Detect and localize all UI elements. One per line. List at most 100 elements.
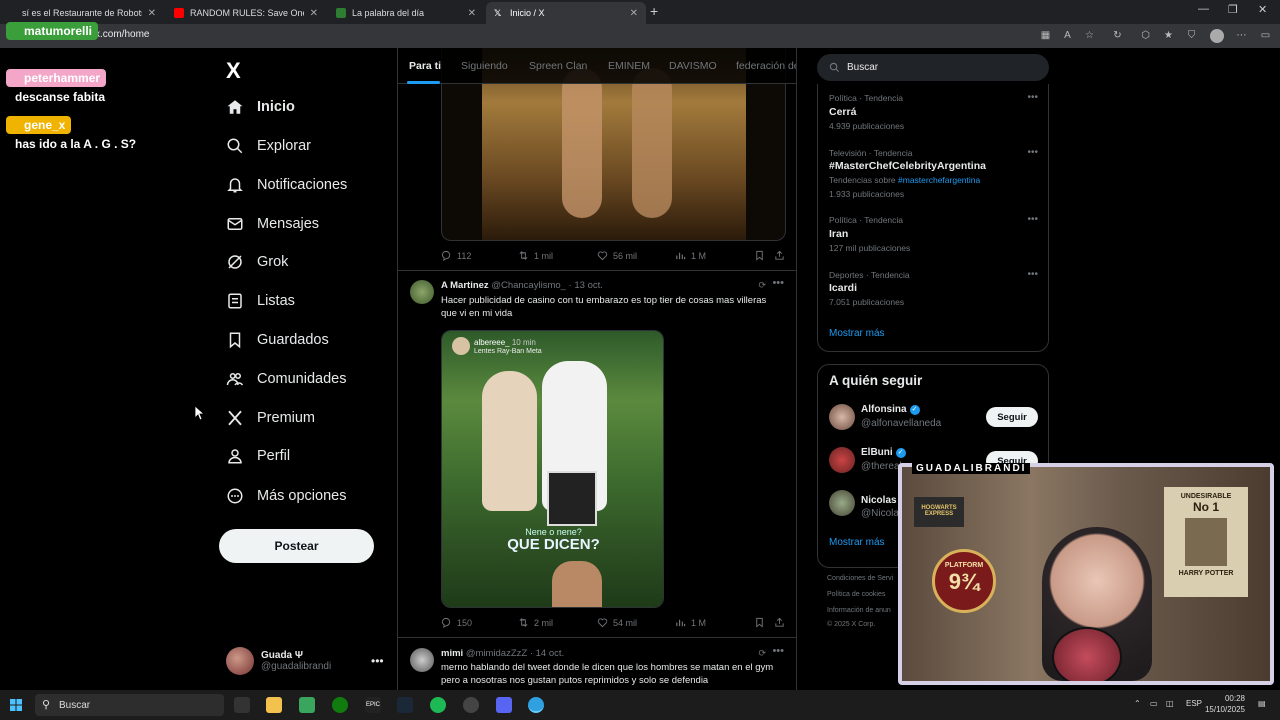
trend-title[interactable]: Cerrá [829,106,856,118]
close-icon[interactable]: ✕ [310,8,318,19]
views-button[interactable]: 1 M [675,617,706,628]
more-dots-icon[interactable]: ••• [1027,92,1038,103]
apps-icon[interactable]: ▦ [1040,30,1051,41]
x-logo-icon[interactable]: X [226,58,241,84]
avatar[interactable] [829,490,855,516]
favorite-star-icon[interactable]: ☆ [1084,30,1095,41]
tab-siguiendo[interactable]: Siguiendo [461,60,508,72]
post-media[interactable]: albereee_ 10 min Lentes Ray-Ban Meta Nen… [441,330,664,608]
trend-related-link[interactable]: #masterchefargentina [898,175,980,185]
steam-icon[interactable] [397,697,413,713]
reply-button[interactable]: 150 [441,617,472,628]
bookmark-button[interactable] [754,617,770,628]
footer-link[interactable]: Política de cookies [827,591,885,598]
grok-icon[interactable]: ⟳ [758,648,766,659]
author-name[interactable]: mimi [441,648,463,659]
menu-dots-icon[interactable]: ⋯ [1236,30,1247,41]
repost-button[interactable]: 1 mil [518,250,553,261]
footer-link[interactable]: Información de anun [827,607,891,614]
more-dots-icon[interactable]: ••• [772,645,784,657]
browser-tab[interactable]: RANDOM RULES: Save One Song ✕ [166,2,326,24]
follow-name[interactable]: Alfonsina ✓ [861,404,920,415]
more-dots-icon[interactable]: ••• [1027,269,1038,280]
favorites-icon[interactable]: ★ [1163,30,1174,41]
like-button[interactable]: 54 mil [597,617,637,628]
network-icon[interactable]: ◫ [1166,699,1174,708]
taskbar-search[interactable]: ⚲ Buscar [35,694,224,716]
post-button[interactable]: Postear [219,529,374,563]
url-field[interactable]: x.com/home [95,29,149,40]
follow-name[interactable]: ElBuni ✓ [861,447,906,458]
author-handle[interactable]: @mimidazZzZ [466,648,527,659]
tab-davismo[interactable]: DAVISMO [669,60,717,72]
task-view-icon[interactable] [234,697,250,713]
trend-title[interactable]: Icardi [829,282,857,294]
extensions-icon[interactable]: ⬡ [1140,30,1151,41]
nav-item-explorar[interactable]: Explorar [226,132,311,160]
taskbar-clock[interactable]: 00:28 15/10/2025 [1195,693,1245,715]
nav-item-grok[interactable]: Grok [226,248,288,276]
windows-start-icon[interactable] [10,699,22,711]
more-dots-icon[interactable]: ••• [772,277,784,289]
file-explorer-icon[interactable] [266,697,282,713]
obs-icon[interactable] [463,697,479,713]
new-tab-button[interactable]: + [650,3,658,19]
share-button[interactable] [774,617,790,628]
browser-tab[interactable]: La palabra del día ✕ [328,2,484,24]
close-icon[interactable]: ✕ [630,8,638,19]
like-button[interactable]: 56 mil [597,250,637,261]
more-dots-icon[interactable]: ••• [371,654,384,668]
views-button[interactable]: 1 M [675,250,706,261]
nav-item-mas-opciones[interactable]: Más opciones [226,482,346,510]
nav-item-inicio[interactable]: Inicio [226,93,295,121]
spotify-icon[interactable] [430,697,446,713]
tab-federacion[interactable]: federación de [736,60,796,72]
search-input[interactable]: Buscar [817,54,1049,81]
refresh-icon[interactable]: ↻ [1112,30,1123,41]
share-button[interactable] [774,250,790,261]
avatar[interactable] [829,447,855,473]
author-handle[interactable]: @Chancaylismo_ [491,280,566,291]
tab-spreen-clan[interactable]: Spreen Clan [529,60,587,72]
avatar[interactable] [410,280,434,304]
minimize-icon[interactable]: — [1198,3,1209,15]
reply-button[interactable]: 112 [441,250,471,261]
more-dots-icon[interactable]: ••• [1027,214,1038,225]
avatar[interactable] [1210,29,1224,43]
chevron-up-icon[interactable]: ⌃ [1134,699,1141,708]
discord-icon[interactable] [496,697,512,713]
close-icon[interactable]: ✕ [148,8,156,19]
trend-title[interactable]: #MasterChefCelebrityArgentina [829,160,986,172]
follow-button[interactable]: Seguir [986,407,1038,427]
nav-item-guardados[interactable]: Guardados [226,326,329,354]
nav-item-comunidades[interactable]: Comunidades [226,365,346,393]
nav-item-notificaciones[interactable]: Notificaciones [226,171,347,199]
grok-icon[interactable]: ⟳ [758,280,766,291]
app-icon[interactable] [299,697,315,713]
avatar[interactable] [829,404,855,430]
close-icon[interactable]: ✕ [468,8,476,19]
post-date[interactable]: · 13 oct. [569,280,603,291]
avatar[interactable] [410,648,434,672]
more-dots-icon[interactable]: ••• [1027,147,1038,158]
show-more-link[interactable]: Mostrar más [829,328,885,339]
browser-tab-active[interactable]: 𝕏 Inicio / X ✕ [486,2,646,24]
tab-eminem[interactable]: EMINEM [608,60,650,72]
nav-item-perfil[interactable]: Perfil [226,442,290,470]
bookmark-button[interactable] [754,250,770,261]
account-switcher[interactable]: Guada Ψ @guadalibrandi [226,645,331,677]
maximize-icon[interactable]: ❐ [1228,3,1238,16]
nav-item-listas[interactable]: Listas [226,287,295,315]
repost-button[interactable]: 2 mil [518,617,553,628]
epic-games-icon[interactable]: EPIC [365,697,381,713]
show-more-link[interactable]: Mostrar más [829,537,885,548]
nav-item-mensajes[interactable]: Mensajes [226,210,319,238]
edge-browser-icon[interactable] [528,697,544,713]
read-aloud-icon[interactable]: A [1062,30,1073,41]
author-name[interactable]: A Martinez [441,280,489,291]
post-date[interactable]: · 14 oct. [530,648,564,659]
nav-item-premium[interactable]: Premium [226,404,315,432]
sidebar-toggle-icon[interactable]: ▭ [1260,30,1271,41]
trend-title[interactable]: Iran [829,228,848,240]
browser-tab[interactable]: sí es el Restaurante de Robots e ✕ [14,2,164,24]
